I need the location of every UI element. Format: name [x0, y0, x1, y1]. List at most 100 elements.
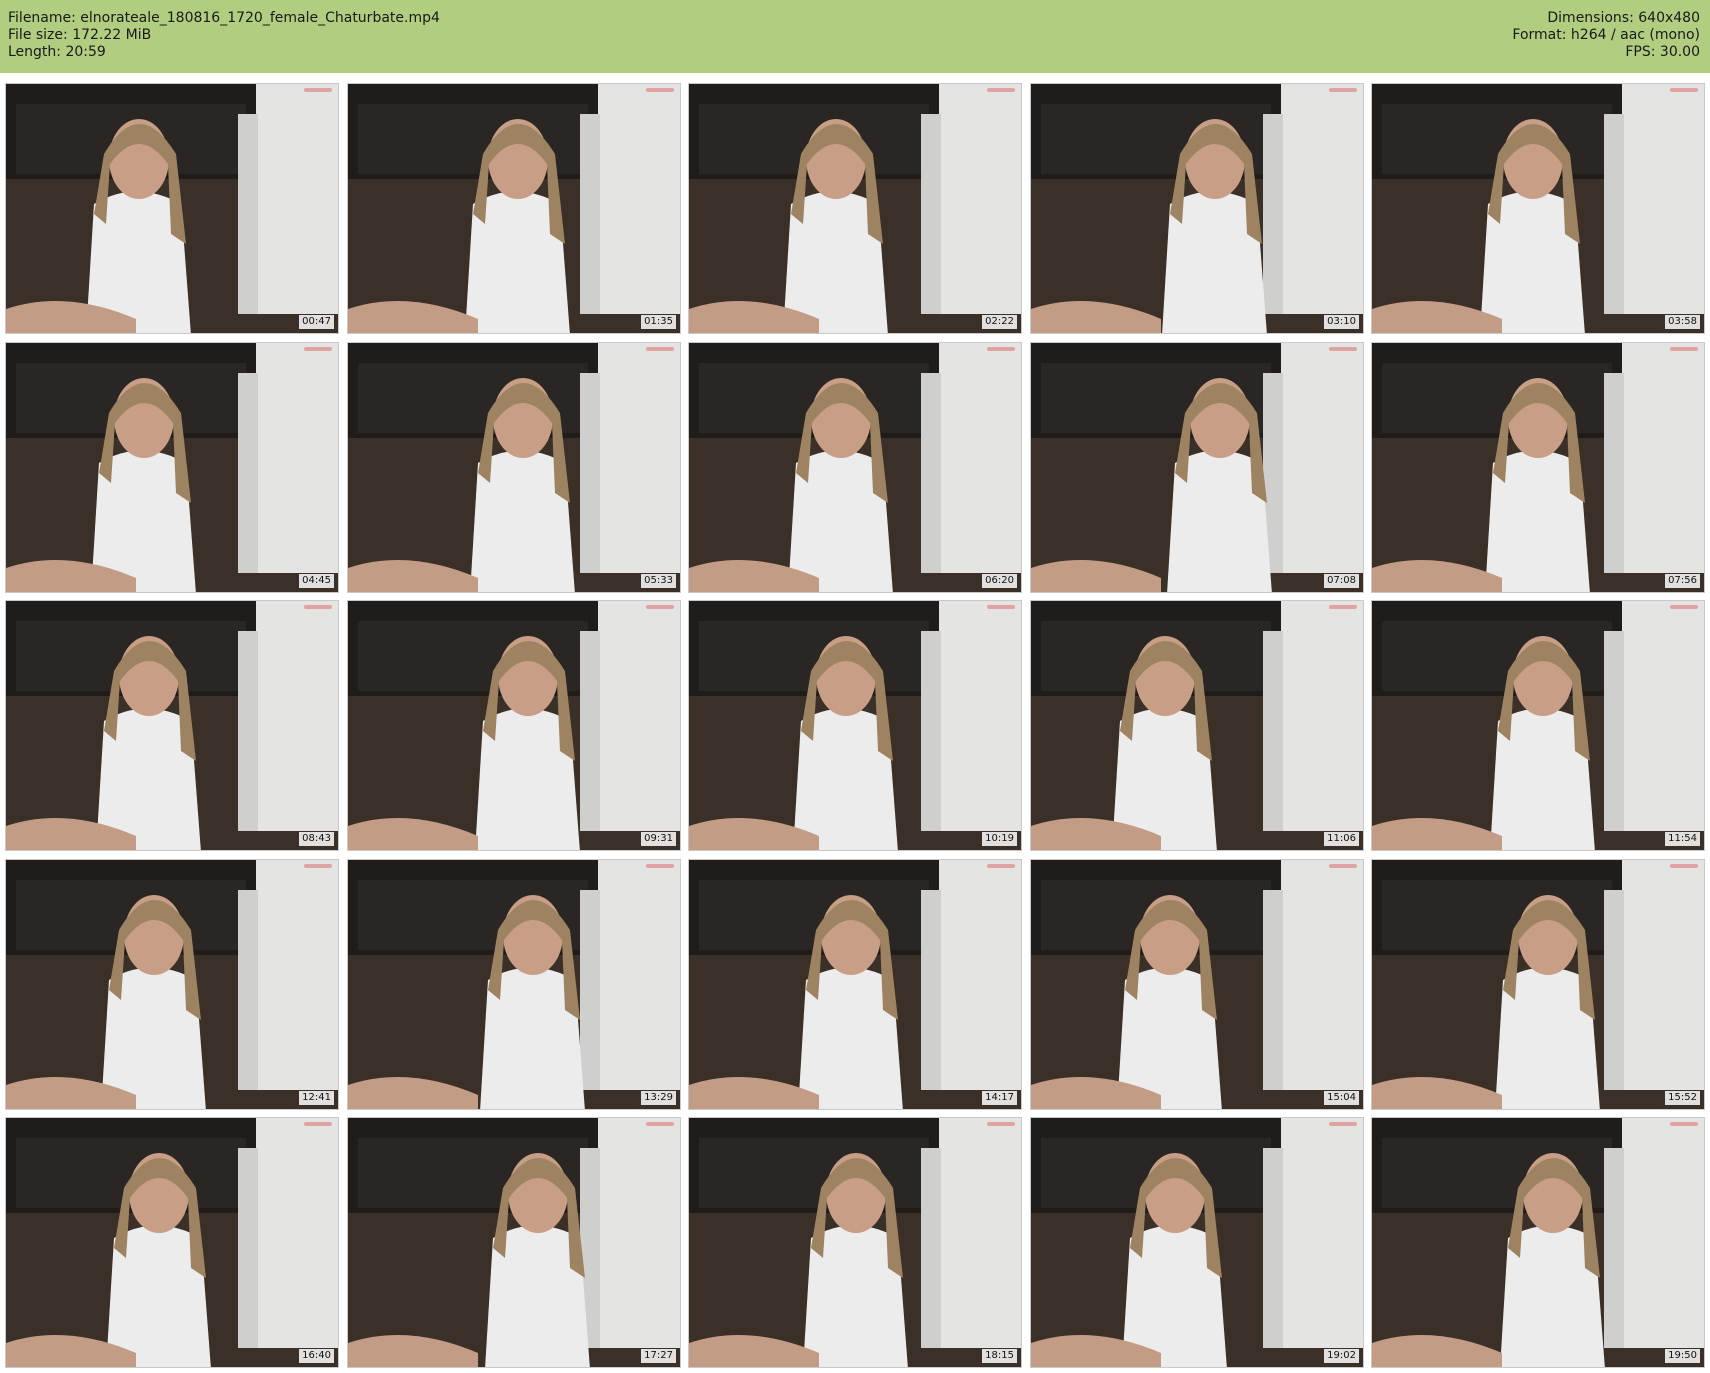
watermark: [1329, 1122, 1357, 1126]
watermark: [646, 1122, 674, 1126]
frame-image: [1372, 860, 1704, 1109]
frame-image: [689, 84, 1021, 333]
thumbnail-timestamp: 16:40: [299, 1349, 334, 1363]
file-info: Filename: elnorateale_180816_1720_female…: [8, 10, 440, 61]
dimensions-text: Dimensions: 640x480: [1547, 10, 1700, 26]
video-thumbnail: 15:52: [1371, 859, 1705, 1110]
video-thumbnail: 11:06: [1030, 600, 1364, 851]
thumbnail-timestamp: 09:31: [641, 832, 676, 846]
thumbnail-timestamp: 03:58: [1665, 315, 1700, 329]
thumbnail-timestamp: 15:52: [1665, 1091, 1700, 1105]
frame-image: [6, 1118, 338, 1367]
frame-image: [348, 860, 680, 1109]
watermark: [1670, 88, 1698, 92]
frame-image: [689, 1118, 1021, 1367]
frame-image: [1372, 1118, 1704, 1367]
watermark: [987, 1122, 1015, 1126]
watermark: [987, 88, 1015, 92]
watermark: [304, 1122, 332, 1126]
video-thumbnail: 07:08: [1030, 342, 1364, 593]
frame-image: [689, 343, 1021, 592]
thumbnail-timestamp: 12:41: [299, 1091, 334, 1105]
thumbnail-timestamp: 01:35: [641, 315, 676, 329]
stream-info: Dimensions: 640x480 Format: h264 / aac (…: [1512, 10, 1700, 61]
watermark: [304, 605, 332, 609]
thumbnail-timestamp: 14:17: [982, 1091, 1017, 1105]
frame-image: [6, 860, 338, 1109]
video-thumbnail: 03:10: [1030, 83, 1364, 334]
watermark: [646, 88, 674, 92]
thumbnail-timestamp: 07:08: [1324, 574, 1359, 588]
thumbnail-timestamp: 13:29: [641, 1091, 676, 1105]
video-thumbnail: 06:20: [688, 342, 1022, 593]
filename-text: Filename: elnorateale_180816_1720_female…: [8, 10, 440, 26]
frame-image: [1031, 601, 1363, 850]
watermark: [646, 864, 674, 868]
frame-image: [6, 343, 338, 592]
watermark: [304, 864, 332, 868]
thumbnail-timestamp: 04:45: [299, 574, 334, 588]
watermark: [304, 88, 332, 92]
thumbnail-timestamp: 18:15: [982, 1349, 1017, 1363]
video-thumbnail: 09:31: [347, 600, 681, 851]
frame-image: [1372, 601, 1704, 850]
filesize-text: File size: 172.22 MiB: [8, 27, 152, 43]
thumbnail-timestamp: 07:56: [1665, 574, 1700, 588]
frame-image: [689, 601, 1021, 850]
info-header: Filename: elnorateale_180816_1720_female…: [0, 0, 1710, 73]
thumbnail-timestamp: 00:47: [299, 315, 334, 329]
thumbnail-timestamp: 02:22: [982, 315, 1017, 329]
watermark: [1670, 864, 1698, 868]
watermark: [1329, 605, 1357, 609]
video-thumbnail: 08:43: [5, 600, 339, 851]
frame-image: [6, 601, 338, 850]
frame-image: [1031, 860, 1363, 1109]
frame-image: [348, 601, 680, 850]
thumbnail-timestamp: 05:33: [641, 574, 676, 588]
video-thumbnail: 05:33: [347, 342, 681, 593]
thumbnail-timestamp: 11:06: [1324, 832, 1359, 846]
frame-image: [6, 84, 338, 333]
video-thumbnail: 16:40: [5, 1117, 339, 1368]
video-thumbnail: 13:29: [347, 859, 681, 1110]
frame-image: [1372, 84, 1704, 333]
watermark: [1329, 347, 1357, 351]
video-thumbnail: 00:47: [5, 83, 339, 334]
thumbnail-timestamp: 06:20: [982, 574, 1017, 588]
length-text: Length: 20:59: [8, 44, 106, 60]
thumbnail-timestamp: 08:43: [299, 832, 334, 846]
video-thumbnail: 15:04: [1030, 859, 1364, 1110]
thumbnail-timestamp: 19:50: [1665, 1349, 1700, 1363]
video-thumbnail: 01:35: [347, 83, 681, 334]
video-thumbnail: 11:54: [1371, 600, 1705, 851]
watermark: [1670, 1122, 1698, 1126]
watermark: [1670, 605, 1698, 609]
watermark: [646, 347, 674, 351]
video-thumbnail: 07:56: [1371, 342, 1705, 593]
watermark: [1329, 88, 1357, 92]
thumbnail-timestamp: 10:19: [982, 832, 1017, 846]
frame-image: [1031, 343, 1363, 592]
video-thumbnail: 19:02: [1030, 1117, 1364, 1368]
thumbnail-timestamp: 03:10: [1324, 315, 1359, 329]
video-thumbnail: 02:22: [688, 83, 1022, 334]
fps-text: FPS: 30.00: [1625, 44, 1700, 60]
frame-image: [1031, 84, 1363, 333]
watermark: [1329, 864, 1357, 868]
thumbnail-timestamp: 17:27: [641, 1349, 676, 1363]
watermark: [987, 347, 1015, 351]
video-thumbnail: 14:17: [688, 859, 1022, 1110]
thumbnail-timestamp: 11:54: [1665, 832, 1700, 846]
video-thumbnail: 18:15: [688, 1117, 1022, 1368]
watermark: [987, 605, 1015, 609]
video-thumbnail: 12:41: [5, 859, 339, 1110]
frame-image: [348, 1118, 680, 1367]
watermark: [1670, 347, 1698, 351]
thumbnail-timestamp: 19:02: [1324, 1349, 1359, 1363]
format-text: Format: h264 / aac (mono): [1512, 27, 1700, 43]
video-thumbnail: 04:45: [5, 342, 339, 593]
thumbnail-grid: 00:47 01:35 02:22 03:10 03:58 04:45 05:33 06:20…: [5, 83, 1705, 1369]
video-thumbnail: 03:58: [1371, 83, 1705, 334]
video-thumbnail: 10:19: [688, 600, 1022, 851]
video-thumbnail: 19:50: [1371, 1117, 1705, 1368]
